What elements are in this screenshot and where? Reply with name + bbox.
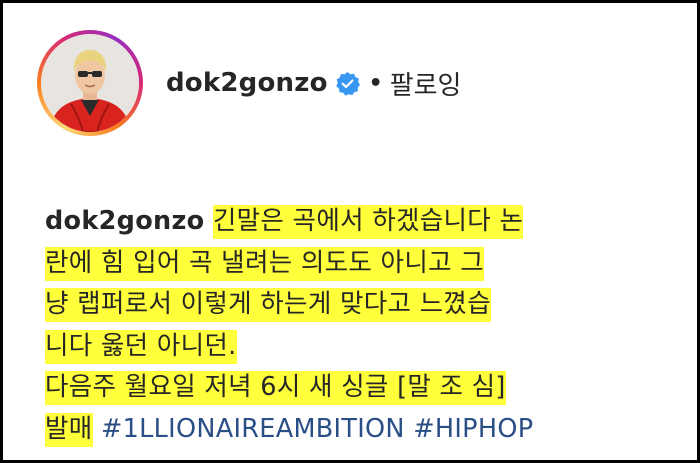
hashtag-link[interactable]: #HIPHOP [413,414,533,444]
post-caption: dok2gonzo 긴말은 곡에서 하겠습니다 논 란에 힘 입어 곡 낼려는 … [45,201,665,450]
post-header: dok2gonzo • 팔로잉 [37,29,461,137]
header-username[interactable]: dok2gonzo [166,68,328,98]
caption-text: 발매 [45,412,93,447]
caption-text: 냥 랩퍼로서 이렇게 하는게 맞다고 느꼈습 [45,288,491,322]
caption-text: 니다 옳던 아니던. [45,329,237,364]
caption-text: 란에 힘 입어 곡 낼려는 의도도 아니고 그 [45,246,485,281]
separator-dot: • [368,70,383,96]
caption-text: 다음주 월요일 저녁 6시 새 싱글 [말 조 심] [45,371,506,405]
caption-line: 냥 랩퍼로서 이렇게 하는게 맞다고 느꼈습 [45,284,665,326]
avatar[interactable] [41,34,139,132]
caption-line: 발매 #1LLIONAIREAMBITION #HIPHOP [45,409,665,451]
post-frame: dok2gonzo • 팔로잉 dok2gonzo 긴말은 곡에서 하겠습니다 … [0,0,700,463]
caption-text: 긴말은 곡에서 하겠습니다 논 [212,205,524,239]
caption-line: 다음주 월요일 저녁 6시 새 싱글 [말 조 심] [45,367,665,409]
caption-line: 니다 옳던 아니던. [45,326,665,368]
caption-line: dok2gonzo 긴말은 곡에서 하겠습니다 논 [45,201,665,243]
story-ring[interactable] [37,30,143,136]
verified-badge-icon [335,71,360,96]
caption-line: 란에 힘 입어 곡 낼려는 의도도 아니고 그 [45,243,665,285]
following-button[interactable]: 팔로잉 [390,65,462,102]
hashtag-link[interactable]: #1LLIONAIREAMBITION [101,414,405,444]
caption-username[interactable]: dok2gonzo [45,206,204,236]
